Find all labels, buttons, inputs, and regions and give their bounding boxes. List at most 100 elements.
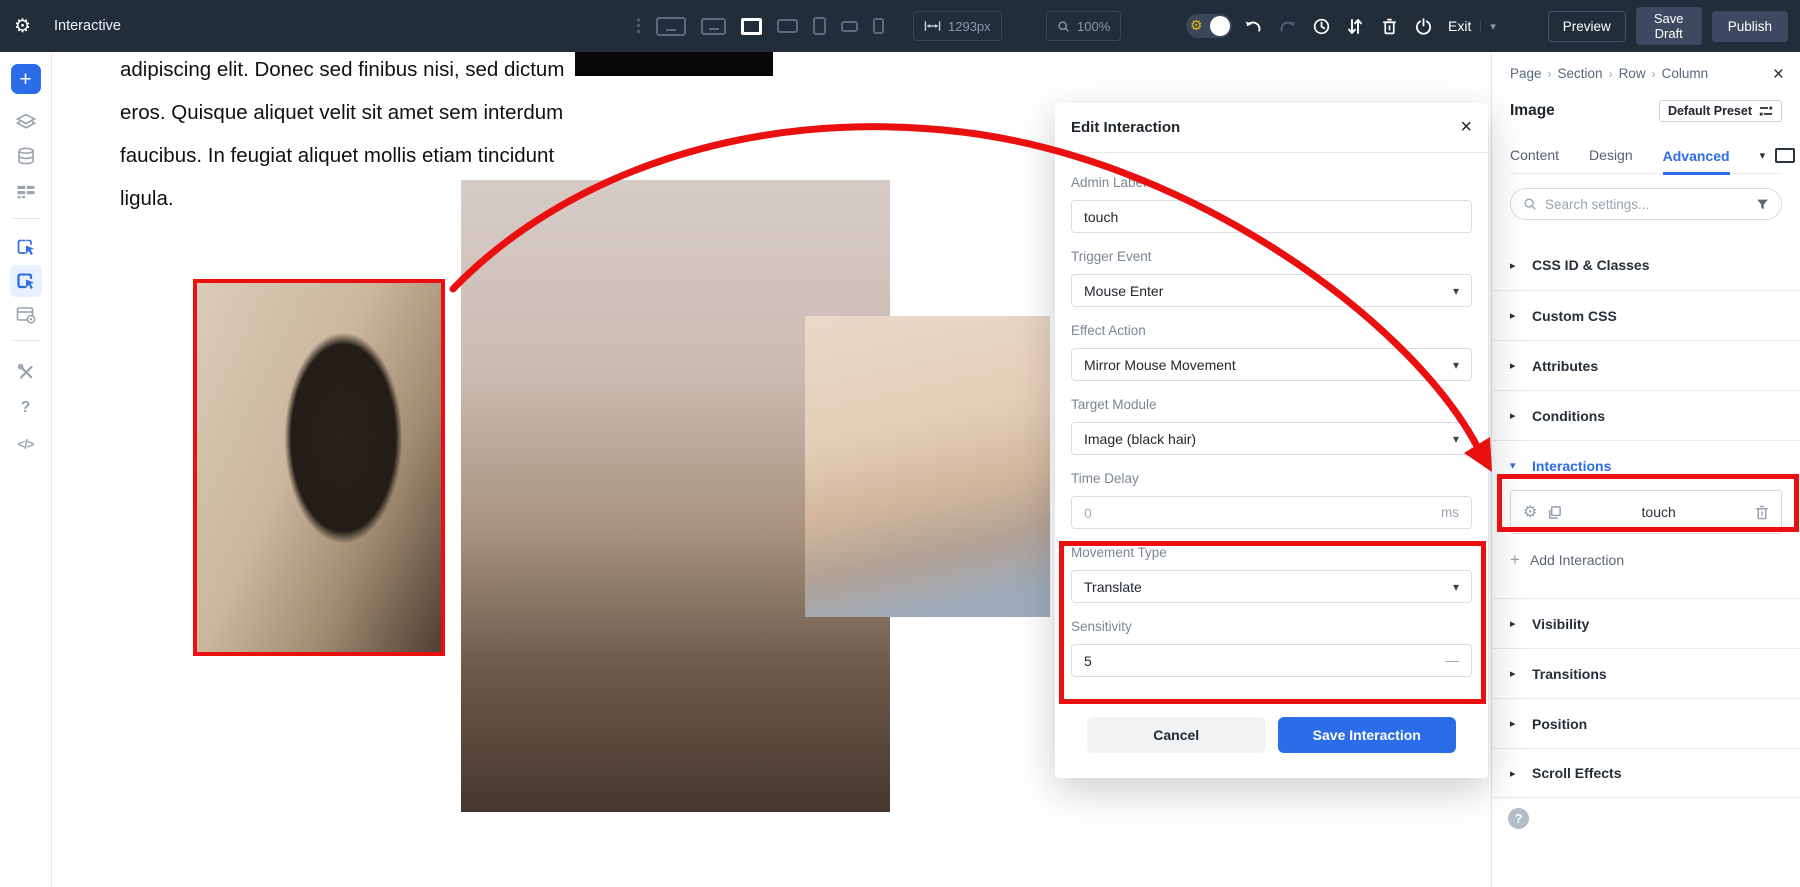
section-conditions[interactable]: ▸ Conditions: [1492, 390, 1800, 440]
redo-icon[interactable]: [1270, 0, 1304, 52]
default-preset-label: Default Preset: [1668, 104, 1752, 118]
time-delay-label: Time Delay: [1071, 471, 1472, 486]
interaction-row-touch[interactable]: ⚙ touch: [1510, 490, 1782, 534]
preset-icon: [1759, 105, 1773, 117]
add-module-button[interactable]: +: [11, 64, 41, 94]
help-icon[interactable]: ?: [21, 399, 31, 417]
chevron-down-icon: ▾: [1453, 284, 1459, 298]
save-interaction-button[interactable]: Save Interaction: [1278, 717, 1457, 753]
exit-button[interactable]: Exit: [1448, 18, 1471, 34]
effect-action-label: Effect Action: [1071, 323, 1472, 338]
section-attributes[interactable]: ▸ Attributes: [1492, 340, 1800, 390]
trash-icon[interactable]: [1755, 505, 1769, 520]
power-icon[interactable]: [1406, 0, 1440, 52]
default-preset-button[interactable]: Default Preset: [1659, 100, 1782, 122]
drag-handle-icon[interactable]: —: [1446, 653, 1460, 668]
search-icon: [1523, 197, 1537, 211]
target-module-select[interactable]: Image (black hair) ▾: [1071, 422, 1472, 455]
sort-arrows-icon[interactable]: [1338, 0, 1372, 52]
plus-icon: +: [1510, 550, 1520, 570]
settings-tabs: Content Design Advanced ▾: [1510, 138, 1782, 174]
desktop-view-icon[interactable]: [1775, 148, 1795, 163]
publish-button[interactable]: Publish: [1712, 11, 1788, 42]
section-interactions[interactable]: ▾ Interactions: [1492, 440, 1800, 490]
preview-button[interactable]: Preview: [1548, 11, 1626, 42]
canvas-width-value: 1293px: [948, 19, 991, 34]
tools-icon[interactable]: [17, 363, 35, 381]
time-delay-input[interactable]: [1084, 505, 1441, 521]
interactions-body: ⚙ touch + Add Interaction: [1492, 490, 1800, 598]
tablet-portrait-icon[interactable]: [813, 17, 826, 35]
chevron-down-icon: ▾: [1510, 459, 1520, 472]
breadcrumb-separator: ›: [1609, 67, 1613, 81]
help-icon[interactable]: ?: [1508, 808, 1529, 829]
breadcrumb-section[interactable]: Section: [1558, 66, 1603, 81]
section-scroll-effects[interactable]: ▸ Scroll Effects: [1492, 748, 1800, 798]
code-icon[interactable]: </>: [18, 437, 34, 452]
canvas-width-control[interactable]: 1293px: [913, 11, 1002, 41]
breadcrumb-page[interactable]: Page: [1510, 66, 1542, 81]
chevron-right-icon: ▸: [1510, 259, 1520, 272]
section-transitions[interactable]: ▸ Transitions: [1492, 648, 1800, 698]
wireframe-view-icon[interactable]: [16, 185, 35, 199]
gear-icon[interactable]: ⚙: [1523, 502, 1537, 522]
modal-close-icon[interactable]: ×: [1460, 116, 1472, 139]
image-black-hair-portrait[interactable]: [197, 283, 441, 652]
save-draft-button[interactable]: Save Draft: [1636, 7, 1702, 45]
breadcrumb-separator: ›: [1652, 67, 1656, 81]
desktop-icon[interactable]: [701, 18, 726, 35]
target-module-label: Target Module: [1071, 397, 1472, 412]
breadcrumb-column[interactable]: Column: [1662, 66, 1709, 81]
browse-models-button[interactable]: BROWSE MODELS: [575, 52, 773, 76]
duplicate-icon[interactable]: [1547, 505, 1562, 520]
responsive-view-switcher: [656, 0, 884, 52]
filter-icon[interactable]: [1756, 198, 1769, 211]
section-position[interactable]: ▸ Position: [1492, 698, 1800, 748]
cancel-button[interactable]: Cancel: [1087, 717, 1266, 753]
trash-icon[interactable]: [1372, 0, 1406, 52]
breadcrumb-separator: ›: [1548, 67, 1552, 81]
more-options-icon[interactable]: ⋮: [630, 0, 647, 52]
click-mode-icon[interactable]: [10, 265, 42, 297]
section-visibility[interactable]: ▸ Visibility: [1492, 598, 1800, 648]
chevron-down-icon[interactable]: ▾: [1760, 149, 1766, 162]
panel-close-icon[interactable]: ×: [1773, 64, 1784, 86]
zoom-control[interactable]: 100%: [1046, 11, 1121, 41]
tab-advanced[interactable]: Advanced: [1663, 148, 1730, 175]
hover-mode-icon[interactable]: [16, 237, 36, 257]
layers-icon[interactable]: [16, 113, 36, 131]
admin-label-input[interactable]: [1084, 209, 1459, 225]
database-icon[interactable]: [17, 147, 35, 165]
section-css-id-classes[interactable]: ▸ CSS ID & Classes: [1492, 240, 1800, 290]
breadcrumb-row[interactable]: Row: [1619, 66, 1646, 81]
desktop-large-icon[interactable]: [656, 17, 686, 36]
chevron-down-icon[interactable]: ▾: [1480, 20, 1496, 33]
tab-design[interactable]: Design: [1589, 147, 1633, 165]
builder-mode-toggle[interactable]: ⚙: [1186, 14, 1232, 38]
section-custom-css[interactable]: ▸ Custom CSS: [1492, 290, 1800, 340]
search-settings-input[interactable]: [1545, 197, 1748, 212]
breadcrumb: Page › Section › Row › Column: [1510, 66, 1782, 81]
effect-action-select[interactable]: Mirror Mouse Movement ▾: [1071, 348, 1472, 381]
movement-type-select[interactable]: Translate ▾: [1071, 570, 1472, 603]
time-delay-unit: ms: [1441, 505, 1459, 520]
trigger-event-select[interactable]: Mouse Enter ▾: [1071, 274, 1472, 307]
phone-portrait-icon[interactable]: [873, 18, 884, 34]
search-settings-box: [1510, 188, 1782, 220]
chevron-down-icon: ▾: [1453, 432, 1459, 446]
image-blonde-portrait[interactable]: [805, 316, 1050, 617]
add-interaction-button[interactable]: + Add Interaction: [1510, 534, 1782, 584]
tablet-landscape-icon[interactable]: [777, 19, 798, 33]
history-clock-icon[interactable]: [1304, 0, 1338, 52]
tab-content[interactable]: Content: [1510, 147, 1559, 165]
top-toolbar: ⚙ Interactive ⋮ 1293px: [0, 0, 1800, 52]
artboard-view-icon[interactable]: [741, 18, 762, 35]
modal-title: Edit Interaction: [1071, 119, 1180, 136]
module-settings-icon[interactable]: [16, 306, 36, 324]
phone-landscape-icon[interactable]: [841, 21, 858, 32]
builder-sidebar: +: [0, 52, 52, 887]
sensitivity-input[interactable]: [1084, 653, 1446, 669]
builder-settings-gear-icon[interactable]: ⚙: [14, 0, 31, 52]
undo-icon[interactable]: [1236, 0, 1270, 52]
sidebar-divider: [12, 218, 40, 219]
